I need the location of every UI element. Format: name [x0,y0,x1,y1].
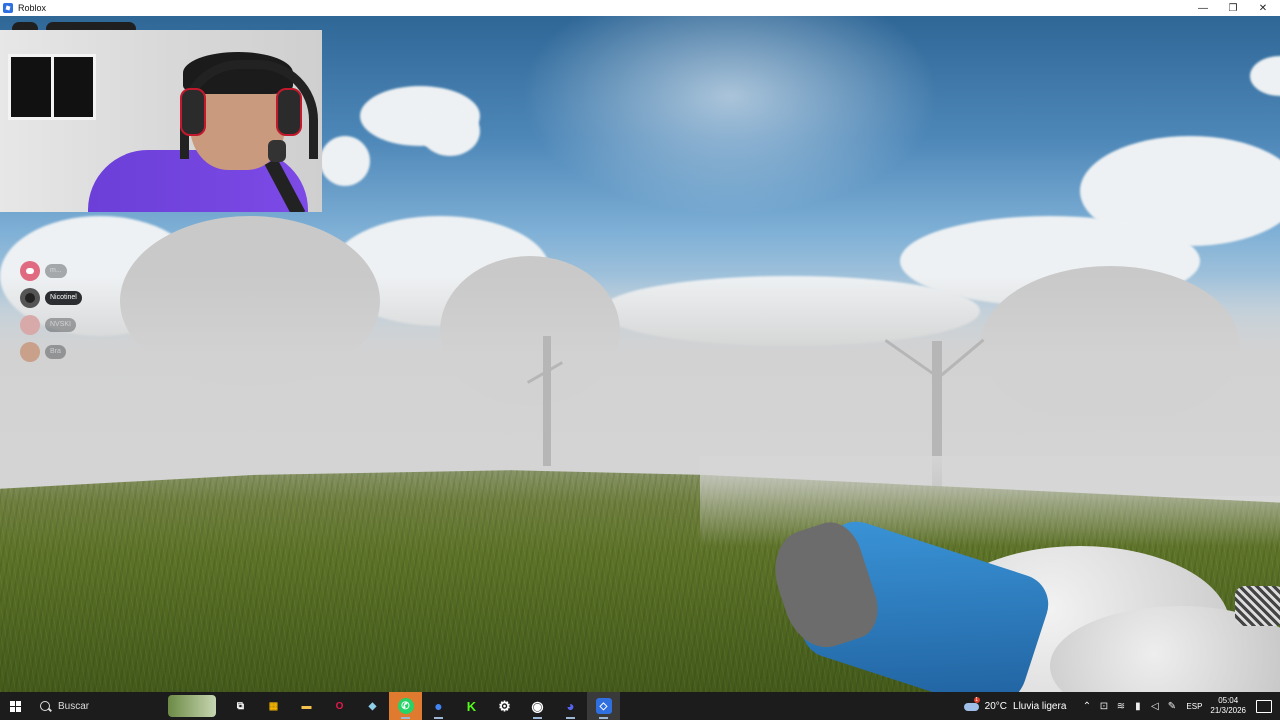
voice-member: m... [20,261,82,281]
task-view-glyph: ⧉ [236,700,245,712]
chrome-glyph: ● [434,698,443,714]
user-avatar [20,288,40,308]
notepad-icon[interactable]: ◆ [356,692,389,720]
user-avatar [20,315,40,335]
input-language[interactable]: ESP [1186,702,1202,711]
headphone-ear [180,88,206,136]
discord-glyph: ◕ [566,698,575,714]
windows-logo-icon [9,700,21,712]
taskbar-clock[interactable]: 05:04 21/3/2026 [1210,696,1246,716]
voice-member-name: NVSKI [45,318,77,332]
weather-icon[interactable]: 1 [963,697,980,712]
voice-member-name: Nicotinel [45,291,82,305]
search-icon [40,701,50,711]
restore-button[interactable]: ❐ [1218,0,1248,16]
meet-now-icon[interactable]: ⊡ [1095,692,1112,720]
sky-glow [520,16,940,216]
network-icon[interactable]: ≋ [1112,692,1129,720]
roblox-glyph: ◇ [595,698,612,714]
user-avatar [20,342,40,362]
whatsapp-glyph: ✆ [397,698,414,714]
close-button[interactable]: ✕ [1248,0,1278,16]
weather-badge: 1 [973,697,980,703]
voice-member: NVSKI [20,315,82,335]
voice-member-speaking: Nicotinel [20,288,82,308]
held-tool [763,506,1280,692]
search-label: Buscar [58,700,90,712]
windows-taskbar: Buscar ⧉ ▦ ▬ O ◆ ✆ ● K ⚙ ◉ ◕ ◇ 1 20°C Ll… [0,692,1280,720]
headphone-ear [276,88,302,136]
system-tray: 1 20°C Lluvia ligera ⌃ ⊡ ≋ ▮ ◁ ✎ ESP 05:… [963,692,1280,720]
file-explorer-icon[interactable]: ▬ [290,692,323,720]
store-glyph: ▦ [268,700,279,712]
weather-condition[interactable]: Lluvia ligera [1013,701,1066,712]
microphone [268,140,286,162]
weather-temperature[interactable]: 20°C [985,701,1007,712]
chevron-up-icon[interactable]: ⌃ [1078,692,1095,720]
webcam-overlay [0,30,322,212]
pen-icon[interactable]: ✎ [1163,692,1180,720]
volume-icon[interactable]: ◁ [1146,692,1163,720]
voice-member-name: Bra [45,345,66,359]
whatsapp-icon[interactable]: ✆ [389,692,422,720]
window-titlebar: Roblox — ❐ ✕ [0,0,1280,16]
explorer-glyph: ▬ [301,700,312,712]
obs-glyph: ◉ [531,697,544,714]
tree-trunk [543,336,551,466]
window-title: Roblox [18,3,47,13]
clock-time: 05:04 [1218,696,1239,705]
discord-icon [20,261,40,281]
task-view-icon[interactable]: ⧉ [224,692,257,720]
cloud [1250,56,1280,96]
settings-glyph: ⚙ [498,697,511,714]
tool-hook [1235,586,1280,626]
opera-glyph: O [335,700,344,712]
obs-icon[interactable]: ◉ [521,692,554,720]
roblox-icon[interactable]: ◇ [587,692,620,720]
voice-member: Bra [20,342,82,362]
cloud [320,136,370,186]
chrome-icon[interactable]: ● [422,692,455,720]
minimize-button[interactable]: — [1188,0,1218,16]
voice-member-name: m... [45,264,67,278]
room-window [8,54,96,120]
discord-icon[interactable]: ◕ [554,692,587,720]
cloud [420,106,480,156]
settings-icon[interactable]: ⚙ [488,692,521,720]
start-button[interactable] [0,692,30,720]
notifications-icon[interactable] [1256,699,1272,713]
kick-glyph: K [466,698,477,714]
discord-voice-overlay: m... Nicotinel NVSKI Bra [20,261,82,369]
roblox-app-icon [3,3,13,13]
microphone-icon[interactable]: ▮ [1129,692,1146,720]
notepad-glyph: ◆ [368,700,377,712]
microsoft-store-icon[interactable]: ▦ [257,692,290,720]
kick-icon[interactable]: K [455,692,488,720]
taskbar-search[interactable]: Buscar [30,692,168,720]
opera-gx-icon[interactable]: O [323,692,356,720]
clock-date: 21/3/2026 [1210,706,1246,715]
search-highlight-image[interactable] [168,695,216,717]
